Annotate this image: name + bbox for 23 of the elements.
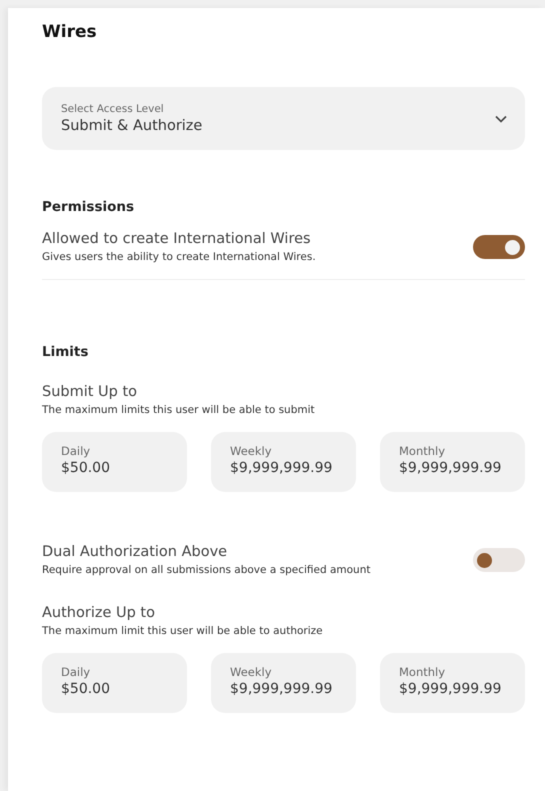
select-label: Select Access Level [61, 103, 165, 115]
chevron-down-icon [495, 114, 507, 122]
limit-field[interactable]: Monthly $9,999,999.99 [380, 432, 525, 492]
toggle-switch[interactable] [473, 235, 525, 259]
setting-title: Dual Authorization Above [42, 544, 228, 560]
limit-field[interactable]: Daily $50.00 [42, 432, 187, 492]
select-value: Submit & Authorize [61, 118, 202, 134]
limit-title: Authorize Up to [42, 605, 156, 621]
page-title: Wires [42, 22, 98, 42]
limit-title: Submit Up to [42, 384, 138, 400]
limit-field[interactable]: Weekly $9,999,999.99 [211, 432, 356, 492]
limit-field[interactable]: Weekly $9,999,999.99 [211, 653, 356, 713]
setting-description: Gives users the ability to create International Wires. [42, 251, 316, 263]
toggle-switch[interactable] [473, 548, 525, 572]
limit-description: The maximum limit this user will be able to authorize [42, 625, 324, 637]
section-heading: Limits [42, 344, 90, 360]
section-heading: Permissions [42, 199, 136, 215]
setting-description: Require approval on all submissions above a specified amount [42, 564, 370, 576]
limit-field[interactable]: Monthly $9,999,999.99 [380, 653, 525, 713]
access-level-select[interactable]: Select Access Level Submit & Authorize [42, 87, 525, 150]
setting-title: Allowed to create International Wires [42, 231, 312, 247]
limit-field[interactable]: Daily $50.00 [42, 653, 187, 713]
limit-description: The maximum limits this user will be able to submit [42, 404, 316, 416]
